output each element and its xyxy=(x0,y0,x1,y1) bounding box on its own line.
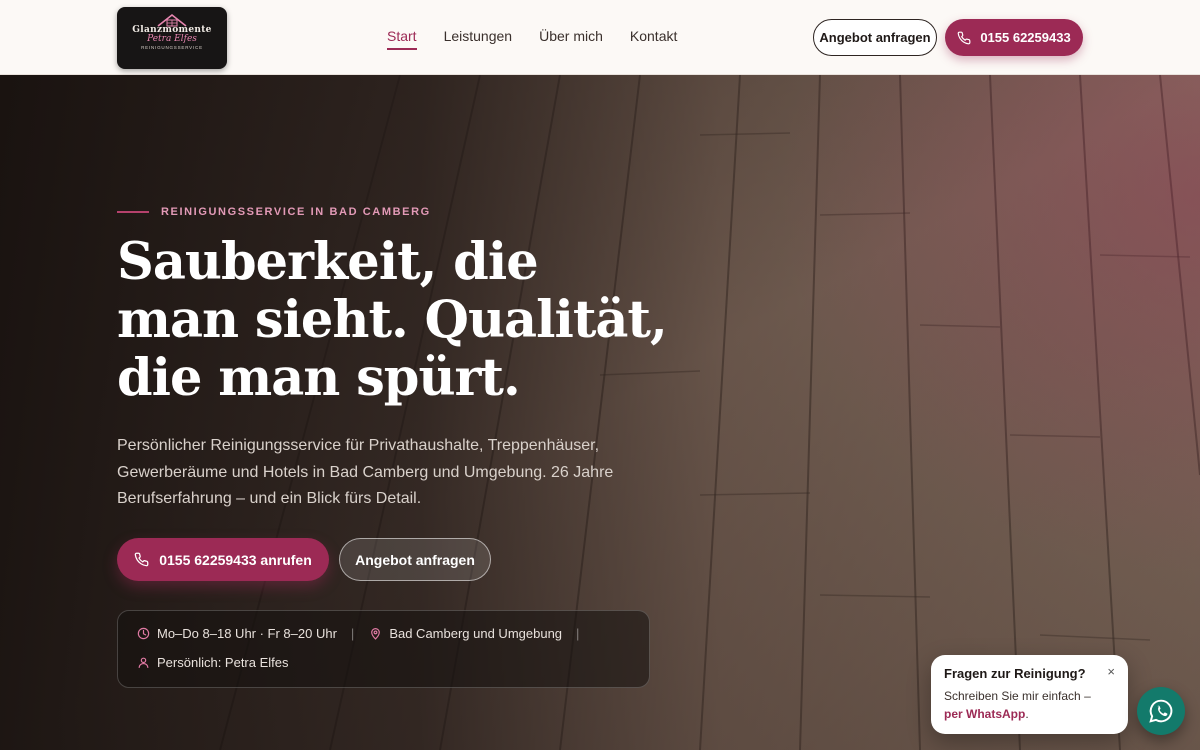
location-pin-icon xyxy=(368,627,382,641)
hero-section: REINIGUNGSSERVICE IN BAD CAMBERG Sauberk… xyxy=(0,75,1200,750)
nav-item-leistungen[interactable]: Leistungen xyxy=(444,28,513,47)
hero-offer-button[interactable]: Angebot anfragen xyxy=(339,538,491,581)
headline-line-2: man sieht. Qualität, xyxy=(117,290,668,350)
nav-item-start[interactable]: Start xyxy=(387,28,417,50)
hero-call-button[interactable]: 0155 62259433 anrufen xyxy=(117,538,329,581)
brand-logo[interactable]: Glanzmomente Petra Elfes REINIGUNGSSERVI… xyxy=(117,7,227,69)
nav-item-kontakt[interactable]: Kontakt xyxy=(630,28,677,47)
chat-body: Schreiben Sie mir einfach – per WhatsApp… xyxy=(944,687,1115,723)
header-phone-label: 0155 62259433 xyxy=(980,30,1071,45)
brand-tagline: REINIGUNGSSERVICE xyxy=(141,45,203,50)
whatsapp-icon xyxy=(1149,699,1173,723)
site-header: Glanzmomente Petra Elfes REINIGUNGSSERVI… xyxy=(0,0,1200,75)
headline-line-3: die man spürt. xyxy=(117,348,521,408)
phone-icon xyxy=(134,552,149,567)
info-separator: | xyxy=(350,626,355,641)
info-location: Bad Camberg und Umgebung xyxy=(389,626,563,641)
info-separator: | xyxy=(576,626,580,641)
chat-body-text: Schreiben Sie mir einfach – xyxy=(944,689,1091,703)
person-icon xyxy=(136,656,150,670)
info-hours: Mo–Do 8–18 Uhr · Fr 8–20 Uhr xyxy=(157,626,337,641)
hero-lead: Persönlicher Reinigungsservice für Priva… xyxy=(117,437,614,507)
main-nav: Start Leistungen Über mich Kontakt xyxy=(387,28,677,50)
brand-script: Petra Elfes xyxy=(147,34,197,44)
hero-kicker: REINIGUNGSSERVICE IN BAD CAMBERG xyxy=(117,206,431,218)
info-person: Persönlich: Petra Elfes xyxy=(157,655,289,670)
header-quote-button[interactable]: Angebot anfragen xyxy=(813,19,937,56)
hero-kicker-text: REINIGUNGSSERVICE IN BAD CAMBERG xyxy=(161,206,431,218)
chat-link-suffix: . xyxy=(1025,707,1029,721)
chat-whatsapp-link[interactable]: per WhatsApp xyxy=(944,707,1025,721)
close-icon[interactable]: × xyxy=(1107,664,1115,679)
clock-icon xyxy=(136,627,150,641)
kicker-line xyxy=(117,211,149,213)
hero-headline: Sauberkeit, die man sieht. Qualität, die… xyxy=(117,232,668,408)
info-row-1: Mo–Do 8–18 Uhr · Fr 8–20 Uhr | Bad Cambe… xyxy=(136,626,593,641)
chat-title: Fragen zur Reinigung? xyxy=(944,666,1086,681)
whatsapp-chat-popup[interactable]: Fragen zur Reinigung? × Schreiben Sie mi… xyxy=(931,655,1128,734)
headline-line-1: Sauberkeit, die xyxy=(117,232,539,292)
info-row-2: Persönlich: Petra Elfes xyxy=(136,655,289,670)
whatsapp-button[interactable] xyxy=(1137,687,1185,735)
phone-icon xyxy=(957,31,971,44)
hero-call-label: 0155 62259433 anrufen xyxy=(159,551,312,568)
header-phone-button[interactable]: 0155 62259433 xyxy=(945,19,1083,56)
nav-item-ueber-mich[interactable]: Über mich xyxy=(539,28,603,47)
hero-info-box: Mo–Do 8–18 Uhr · Fr 8–20 Uhr | Bad Cambe… xyxy=(117,610,650,688)
